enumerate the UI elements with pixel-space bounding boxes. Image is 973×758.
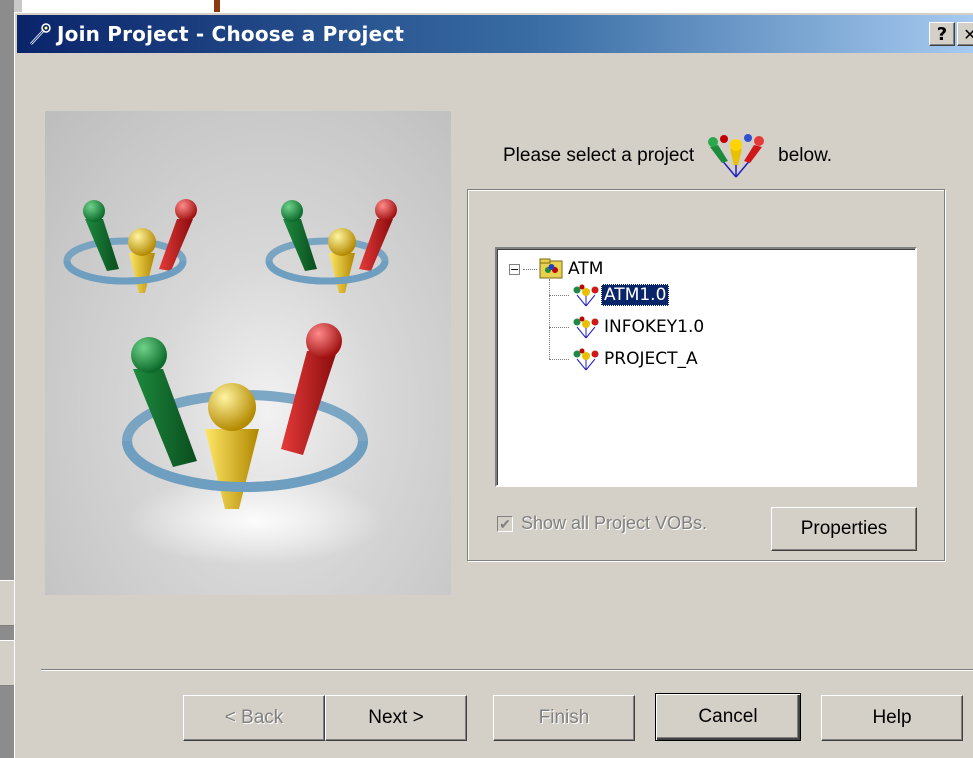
tree-connector: [549, 279, 550, 359]
tree-root-atm[interactable]: ATM: [539, 257, 606, 281]
checkmark-icon: ✔: [499, 515, 511, 532]
question-mark-icon: ?: [936, 23, 948, 45]
show-all-vobs-checkbox[interactable]: ✔: [497, 515, 513, 532]
prompt-text-after: below.: [778, 145, 833, 166]
help-title-button[interactable]: ?: [929, 22, 955, 46]
background-accent: [214, 0, 220, 12]
title-bar[interactable]: Join Project - Choose a Project ? ✕: [17, 15, 973, 53]
background-window-strip: [0, 640, 14, 686]
show-all-vobs-label: Show all Project VOBs.: [521, 513, 708, 533]
project-tree-view[interactable]: − ATM ATM1.0 INFOKEY1.0 PROJECT_A: [495, 247, 917, 487]
team-figures-graphic: [63, 199, 397, 566]
tree-item-label: ATM1.0: [601, 284, 670, 306]
finish-button[interactable]: Finish: [493, 695, 635, 741]
project-icon: [571, 315, 601, 339]
tree-item-atm1-0[interactable]: ATM1.0: [571, 283, 670, 307]
project-team-illustration: [45, 111, 451, 595]
select-project-prompt: Please select a project below.: [503, 133, 903, 179]
tree-item-label: INFOKEY1.0: [604, 317, 705, 337]
tree-item-label: PROJECT_A: [604, 349, 698, 369]
cancel-button[interactable]: Cancel: [655, 693, 801, 741]
back-button[interactable]: < Back: [183, 695, 325, 741]
tree-item-infokey1-0[interactable]: INFOKEY1.0: [571, 315, 707, 339]
tree-root-label: ATM: [568, 259, 604, 279]
tree-item-project-a[interactable]: PROJECT_A: [571, 347, 701, 371]
project-folder-icon: [539, 258, 565, 280]
wizard-wand-icon: [27, 21, 53, 47]
tree-connector: [549, 295, 569, 296]
prompt-text-before: Please select a project: [503, 145, 695, 166]
background-window-strip: [0, 580, 14, 626]
project-icon: [706, 133, 766, 179]
project-icon: [571, 347, 601, 371]
next-button[interactable]: Next >: [325, 695, 467, 741]
properties-button[interactable]: Properties: [771, 507, 917, 551]
tree-connector: [549, 327, 569, 328]
close-title-button[interactable]: ✕: [957, 22, 973, 46]
separator-line: [41, 669, 973, 671]
tree-connector: [523, 269, 537, 270]
close-icon: ✕: [963, 24, 973, 44]
help-button[interactable]: Help: [821, 695, 963, 741]
project-icon: [571, 283, 601, 307]
tree-connector: [549, 359, 569, 360]
collapse-toggle[interactable]: −: [509, 264, 520, 275]
join-project-dialog: Join Project - Choose a Project ? ✕ Plea…: [14, 12, 973, 758]
show-all-vobs-option[interactable]: ✔ Show all Project VOBs.: [497, 513, 707, 534]
dialog-title: Join Project - Choose a Project: [57, 22, 405, 46]
